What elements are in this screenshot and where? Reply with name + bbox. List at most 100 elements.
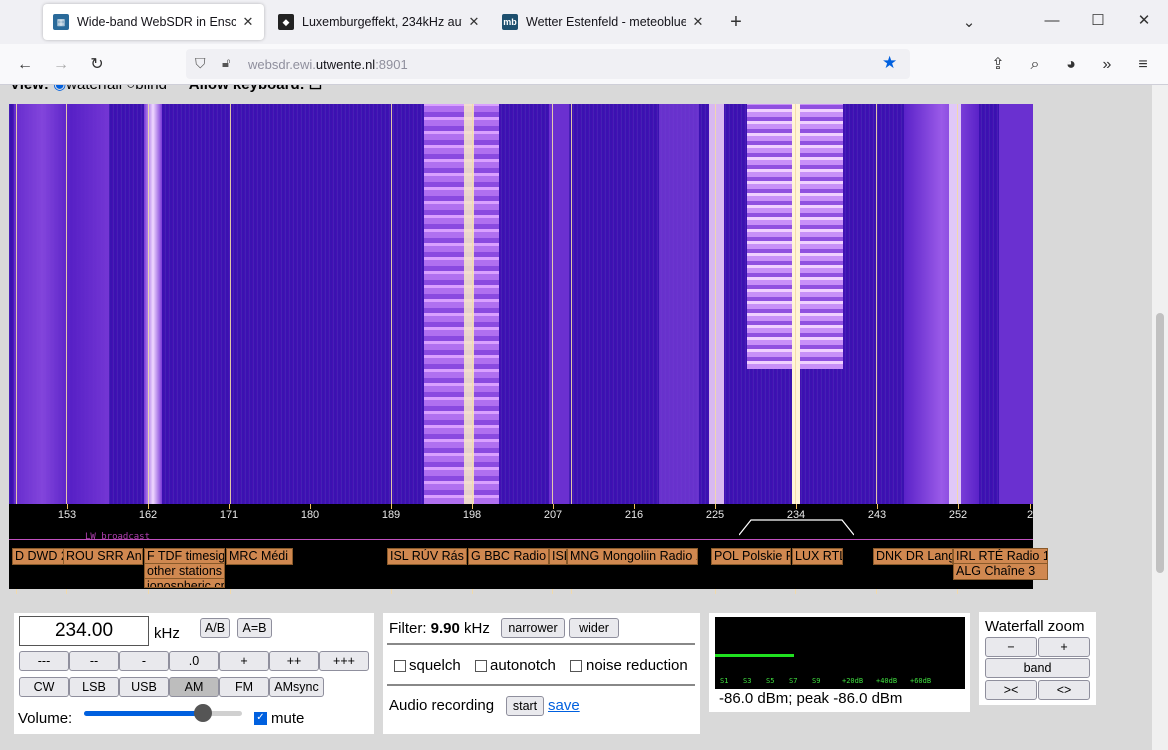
squelch-label: squelch — [409, 657, 461, 674]
step-up-large-button[interactable]: +++ — [319, 651, 369, 671]
tick-label: 180 — [300, 509, 320, 521]
tick-label: 171 — [219, 509, 239, 521]
autonotch-label: autonotch — [490, 657, 556, 674]
navigation-bar: ← → ↻ ⛉ 🔓︎ websdr.ewi.utwente.nl:8901 ★ … — [0, 44, 1168, 85]
scrollbar-thumb[interactable] — [1156, 313, 1164, 573]
wider-button[interactable]: wider — [569, 618, 619, 638]
frequency-input[interactable]: 234.00 — [19, 616, 149, 646]
lw-band-line — [9, 539, 1033, 540]
save-to-pocket-icon[interactable]: ⇪ — [987, 54, 1009, 76]
narrower-button[interactable]: narrower — [501, 618, 565, 638]
station-label[interactable]: POL Polskie R — [711, 548, 791, 565]
station-label[interactable]: G BBC Radio — [468, 548, 549, 565]
ab-button[interactable]: A/B — [200, 618, 230, 638]
tick-label: 162 — [138, 509, 158, 521]
tab-websdr[interactable]: ▦ Wide-band WebSDR in Enschede ✕ — [43, 4, 264, 40]
tab-title: Wide-band WebSDR in Enschede — [77, 15, 236, 29]
station-label[interactable]: MNG Mongoliin Radio 1 — [567, 548, 698, 565]
station-label[interactable]: ALG Chaîne 3 — [953, 563, 1048, 580]
tick-label: 225 — [705, 509, 725, 521]
close-icon[interactable]: ✕ — [466, 14, 482, 30]
tab-bar: ▦ Wide-band WebSDR in Enschede ✕ ◆ Luxem… — [0, 0, 1168, 44]
shield-icon[interactable]: ⛉ — [195, 55, 206, 72]
bookmark-star-icon[interactable]: ★ — [882, 53, 897, 73]
overflow-menu-icon[interactable]: » — [1096, 54, 1118, 76]
waterfall-zoom-title: Waterfall zoom — [985, 618, 1085, 635]
tab-luxemburgeffekt[interactable]: ◆ Luxemburgeffekt, 234kHz auf 1... ✕ — [268, 4, 490, 40]
step-up-medium-button[interactable]: ++ — [269, 651, 319, 671]
zoom-widen-button[interactable]: <> — [1038, 680, 1090, 700]
app-menu-icon[interactable]: ≡ — [1132, 54, 1154, 76]
view-blind-label: blind — [135, 85, 167, 93]
station-label[interactable]: ISL — [549, 548, 567, 565]
mode-cw-button[interactable]: CW — [19, 677, 69, 697]
window-close-icon[interactable]: ✕ — [1135, 11, 1153, 29]
station-label[interactable]: ionospheric cr — [144, 578, 225, 588]
autonotch-checkbox[interactable] — [475, 660, 487, 672]
insecure-lock-icon[interactable]: 🔓︎ — [222, 55, 230, 71]
step-down-large-button[interactable]: --- — [19, 651, 69, 671]
mode-amsync-button[interactable]: AMsync — [269, 677, 324, 697]
waterfall-display[interactable] — [9, 104, 1033, 504]
search-icon[interactable]: ⌕ — [1024, 54, 1046, 76]
step-down-small-button[interactable]: - — [119, 651, 169, 671]
minimize-icon[interactable]: — — [1043, 12, 1061, 29]
station-label[interactable]: DNK DR Lang — [873, 548, 953, 565]
zoom-narrow-button[interactable]: >< — [985, 680, 1037, 700]
close-icon[interactable]: ✕ — [690, 14, 706, 30]
radio-waterfall[interactable]: ◉ — [53, 85, 66, 93]
station-label[interactable]: D DWD 2 — [12, 548, 64, 565]
noise-reduction-label: noise reduction — [586, 657, 688, 674]
mode-fm-button[interactable]: FM — [219, 677, 269, 697]
step-up-small-button[interactable]: + — [219, 651, 269, 671]
url-bar[interactable]: ⛉ 🔓︎ websdr.ewi.utwente.nl:8901 ★ — [186, 49, 910, 79]
forward-icon[interactable]: → — [50, 54, 72, 76]
tick-label: 216 — [624, 509, 644, 521]
zoom-out-button[interactable]: − — [985, 637, 1037, 657]
recording-start-button[interactable]: start — [506, 696, 544, 716]
station-label[interactable]: ISL RÚV Rás — [387, 548, 467, 565]
noise-reduction-checkbox[interactable] — [570, 660, 582, 672]
station-label[interactable]: LUX RTL — [792, 548, 843, 565]
filter-panel: Filter: 9.90 kHz narrower wider squelch … — [383, 613, 700, 734]
round-frequency-button[interactable]: .0 — [169, 651, 219, 671]
mute-checkbox[interactable]: ✓ — [254, 712, 267, 725]
volume-slider-handle[interactable] — [193, 704, 212, 722]
vertical-scrollbar[interactable] — [1152, 85, 1168, 750]
radio-favicon-icon: ◆ — [278, 14, 294, 30]
mode-lsb-button[interactable]: LSB — [69, 677, 119, 697]
view-label: View: — [10, 85, 49, 93]
filter-readout: Filter: 9.90 kHz — [389, 620, 490, 637]
mode-am-button[interactable]: AM — [169, 677, 219, 697]
tab-title: Wetter Estenfeld - meteoblue — [526, 15, 686, 29]
radio-blind[interactable]: ○ — [126, 85, 135, 93]
squelch-checkbox[interactable] — [394, 660, 406, 672]
passband-indicator[interactable] — [739, 516, 854, 536]
step-down-medium-button[interactable]: -- — [69, 651, 119, 671]
zoom-in-button[interactable]: + — [1038, 637, 1090, 657]
mode-usb-button[interactable]: USB — [119, 677, 169, 697]
close-icon[interactable]: ✕ — [240, 14, 256, 30]
maximize-icon[interactable]: ☐ — [1089, 11, 1107, 29]
new-tab-icon[interactable]: + — [726, 11, 746, 34]
volume-slider[interactable] — [84, 704, 242, 722]
recording-save-link[interactable]: save — [548, 697, 580, 714]
tuning-panel: 234.00 kHz A/B A=B --- -- - .0 + ++ +++ … — [14, 613, 374, 734]
divider — [387, 684, 695, 686]
audio-recording-label: Audio recording — [389, 697, 495, 714]
reload-icon[interactable]: ↻ — [86, 54, 108, 76]
list-all-tabs-icon[interactable]: ⌄ — [960, 13, 978, 31]
tab-meteoblue[interactable]: mb Wetter Estenfeld - meteoblue ✕ — [492, 4, 714, 40]
volume-label: Volume: — [18, 710, 73, 727]
tick-label: 153 — [57, 509, 77, 521]
a-equals-b-button[interactable]: A=B — [237, 618, 272, 638]
back-icon[interactable]: ← — [14, 54, 36, 76]
station-label[interactable]: MRC Médi 1 — [226, 548, 293, 565]
station-label[interactable]: ROU SRR Ant — [63, 548, 143, 565]
s-meter-bar — [715, 654, 794, 657]
zoom-band-button[interactable]: band — [985, 658, 1090, 678]
extensions-icon[interactable]: ◕ — [1060, 54, 1082, 76]
allow-keyboard-checkbox[interactable]: ☐ — [309, 85, 322, 93]
allow-keyboard-label: Allow keyboard: — [189, 85, 305, 93]
signal-meter-panel: S1 S3 S5 S7 S9 +20dB +40dB +60dB -86.0 d… — [709, 613, 970, 712]
